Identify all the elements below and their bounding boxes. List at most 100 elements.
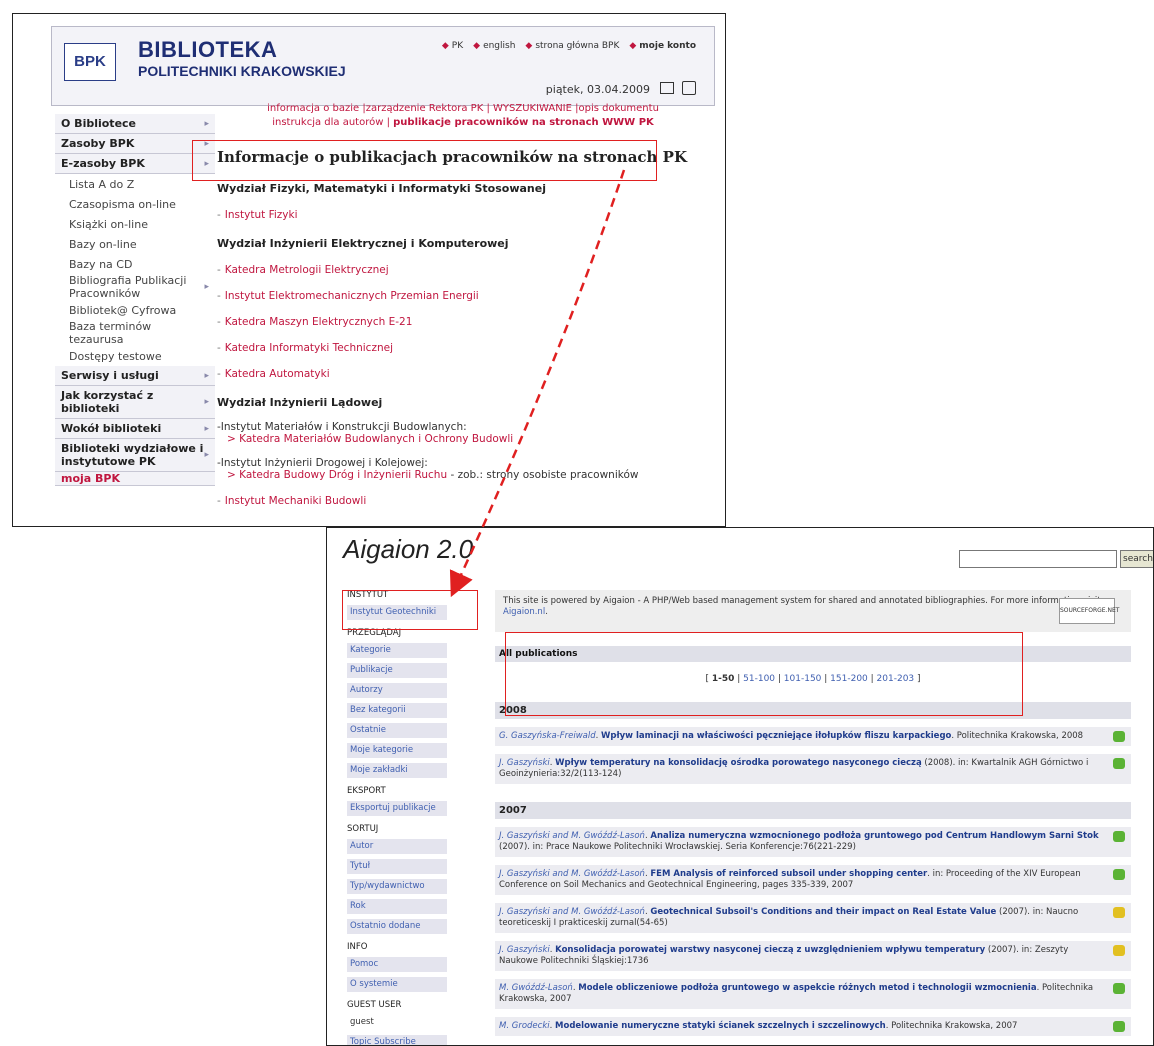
print-icon[interactable] — [682, 81, 696, 95]
institute-link[interactable]: - Katedra Automatyki — [217, 368, 713, 380]
publication-authors[interactable]: J. Gaszyński and M. Gwóźdź-Lasoń — [499, 869, 645, 879]
topnav-line1[interactable]: informacja o bazie |zarządzenie Rektora … — [233, 102, 693, 116]
sidebar-item-label: moja BPK — [61, 472, 121, 485]
sidebar-item[interactable]: Biblioteki wydziałowe i instytutowe PK ▸ — [55, 439, 215, 472]
attachment-green-icon[interactable] — [1113, 831, 1125, 842]
sidebar-button[interactable]: Typ/wydawnictwo — [347, 879, 447, 894]
publication-authors[interactable]: J. Gaszyński and M. Gwóźdź-Lasoń — [499, 907, 645, 917]
institute-link[interactable]: - Instytut Mechaniki Budowli — [217, 495, 713, 507]
sidebar-item-label: Lista A do Z — [69, 177, 135, 191]
attachment-green-icon[interactable] — [1113, 1021, 1125, 1032]
dept-heading: Wydział Inżynierii Elektrycznej i Komput… — [217, 237, 509, 250]
sidebar-button[interactable]: Ostatnio dodane — [347, 919, 447, 934]
sidebar-button[interactable]: Ostatnie — [347, 723, 447, 738]
topnav-publications-link[interactable]: publikacje pracowników na stronach WWW P… — [393, 117, 654, 128]
sidebar-button[interactable]: Autorzy — [347, 683, 447, 698]
sidebar-item-label: E-zasoby BPK — [61, 157, 145, 170]
sidebar-button[interactable]: Autor — [347, 839, 447, 854]
publication-title[interactable]: Wpływ temperatury na konsolidację ośrodk… — [555, 758, 922, 768]
attachment-yellow-icon[interactable] — [1113, 907, 1125, 918]
institute-note: - zob.: strony osobiste pracowników — [447, 469, 639, 481]
attachment-green-icon[interactable] — [1113, 731, 1125, 742]
publication-title[interactable]: Geotechnical Subsoil's Conditions and th… — [650, 907, 996, 917]
attachment-green-icon[interactable] — [1113, 758, 1125, 769]
publication-authors[interactable]: J. Gaszyński — [499, 945, 550, 955]
search-button[interactable]: search — [1120, 550, 1153, 568]
publication-title[interactable]: Konsolidacja porowatej warstwy nasyconej… — [555, 945, 985, 955]
sidebar-item[interactable]: Wokół biblioteki ▸ — [55, 419, 215, 439]
publication-entry: J. Gaszyński and M. Gwóźdź-Lasoń. FEM An… — [495, 865, 1131, 895]
sidebar-item[interactable]: Serwisy i usługi ▸ — [55, 366, 215, 386]
publication-authors[interactable]: M. Grodecki — [499, 1021, 550, 1031]
sidebar-item[interactable]: Bazy on-line — [55, 234, 215, 254]
publication-authors[interactable]: M. Gwóźdź-Lasoń — [499, 983, 573, 993]
aigaion-logo: Aigaion 2.0 — [343, 534, 474, 564]
attachment-green-icon[interactable] — [1113, 983, 1125, 994]
sidebar-item[interactable]: Bibliografia Publikacji Pracowników ▸ — [55, 274, 215, 300]
institute-link[interactable]: - Katedra Metrologii Elektrycznej — [217, 264, 713, 276]
institute-link[interactable]: - Katedra Maszyn Elektrycznych E-21 — [217, 316, 713, 328]
sidebar-button[interactable]: Eksportuj publikacje — [347, 801, 447, 816]
sidebar-item[interactable]: moja BPK — [55, 472, 215, 486]
top-navigation: informacja o bazie |zarządzenie Rektora … — [233, 102, 693, 130]
publication-title[interactable]: Analiza numeryczna wzmocnionego podłoża … — [650, 831, 1098, 841]
sidebar-item[interactable]: Bibliotek@ Cyfrowa — [55, 300, 215, 320]
publication-title[interactable]: FEM Analysis of reinforced subsoil under… — [650, 869, 927, 879]
institute-link[interactable]: - Katedra Informatyki Technicznej — [217, 342, 713, 354]
header-link-account[interactable]: ◆ moje konto — [629, 41, 696, 51]
bpk-logo[interactable]: BPK — [64, 43, 116, 81]
publication-authors[interactable]: J. Gaszyński — [499, 758, 550, 768]
annotation-box-institute — [342, 590, 478, 630]
aigaion-sidebar: INSTYTUT Instytut Geotechniki PRZEGLĄDAJ Ka… — [347, 590, 477, 1045]
sidebar-button: guest — [347, 1015, 447, 1030]
sidebar-item-label: Zasoby BPK — [61, 137, 135, 150]
sidebar-item[interactable]: Dostępy testowe — [55, 346, 215, 366]
aigaion-link[interactable]: Aigaion.nl — [503, 607, 545, 617]
annotation-box-publications — [505, 632, 1023, 716]
publication-authors[interactable]: G. Gaszyńska-Freiwald — [499, 731, 596, 741]
sidebar-button[interactable]: Moje zakładki — [347, 763, 447, 778]
mail-icon[interactable] — [660, 82, 674, 94]
sidebar-button[interactable]: Tytuł — [347, 859, 447, 874]
sidebar-button[interactable]: Topic Subscribe — [347, 1035, 447, 1045]
header-link-home[interactable]: ◆ strona główna BPK — [525, 41, 619, 51]
attachment-green-icon[interactable] — [1113, 869, 1125, 880]
publication-entry: J. Gaszyński and M. Gwóźdź-Lasoń. Geotec… — [495, 903, 1131, 933]
sidebar-item-label: Serwisy i usługi — [61, 369, 159, 382]
attachment-yellow-icon[interactable] — [1113, 945, 1125, 956]
sidebar-button[interactable]: Bez kategorii — [347, 703, 447, 718]
topnav-authors-link[interactable]: instrukcja dla autorów | — [272, 117, 390, 128]
sidebar-button[interactable]: Rok — [347, 899, 447, 914]
sidebar-item[interactable]: Lista A do Z — [55, 174, 215, 194]
dept-heading: Wydział Inżynierii Lądowej — [217, 396, 383, 409]
institute-sub-link[interactable]: > Katedra Budowy Dróg i Inżynierii Ruchu — [227, 469, 447, 481]
search-input[interactable] — [959, 550, 1117, 568]
sidebar-item[interactable]: O Bibliotece ▸ — [55, 114, 215, 134]
sidebar-item-label: O Bibliotece — [61, 117, 137, 130]
publication-title[interactable]: Wpływ laminacji na właściwości pęcznieją… — [601, 731, 951, 741]
publication-title[interactable]: Modelowanie numeryczne statyki ścianek s… — [555, 1021, 886, 1031]
sidebar-item[interactable]: Bazy na CD — [55, 254, 215, 274]
chevron-right-icon: ▸ — [204, 397, 209, 407]
header-link-english[interactable]: ◆ english — [473, 41, 515, 51]
institute-link[interactable]: - Instytut Elektromechanicznych Przemian … — [217, 290, 713, 302]
sidebar-item[interactable]: Baza terminów tezaurusa — [55, 320, 215, 346]
sidebar-item[interactable]: Jak korzystać z biblioteki ▸ — [55, 386, 215, 419]
publication-authors[interactable]: J. Gaszyński and M. Gwóźdź-Lasoń — [499, 831, 645, 841]
sourceforge-badge[interactable]: SOURCEFORGE.NET — [1059, 598, 1119, 624]
header-link-pk[interactable]: ◆ PK — [442, 41, 463, 51]
sidebar-button[interactable]: Moje kategorie — [347, 743, 447, 758]
sidebar-button[interactable]: Publikacje — [347, 663, 447, 678]
institute-link[interactable]: - Instytut Fizyki — [217, 209, 713, 221]
publication-title[interactable]: Modele obliczeniowe podłoża gruntowego w… — [578, 983, 1036, 993]
sidebar-item[interactable]: Książki on-line — [55, 214, 215, 234]
sidebar-button[interactable]: Kategorie — [347, 643, 447, 658]
sidebar-item[interactable]: Zasoby BPK ▸ — [55, 134, 215, 154]
sidebar-item-label: Czasopisma on-line — [69, 197, 176, 211]
institute-sub-link[interactable]: > Katedra Materiałów Budowlanych i Ochro… — [227, 433, 713, 445]
sidebar-item[interactable]: Czasopisma on-line — [55, 194, 215, 214]
sidebar-item[interactable]: E-zasoby BPK ▸ — [55, 154, 215, 174]
sidebar-button[interactable]: Pomoc — [347, 957, 447, 972]
sidebar-item-label: Książki on-line — [69, 217, 148, 231]
sidebar-button[interactable]: O systemie — [347, 977, 447, 992]
